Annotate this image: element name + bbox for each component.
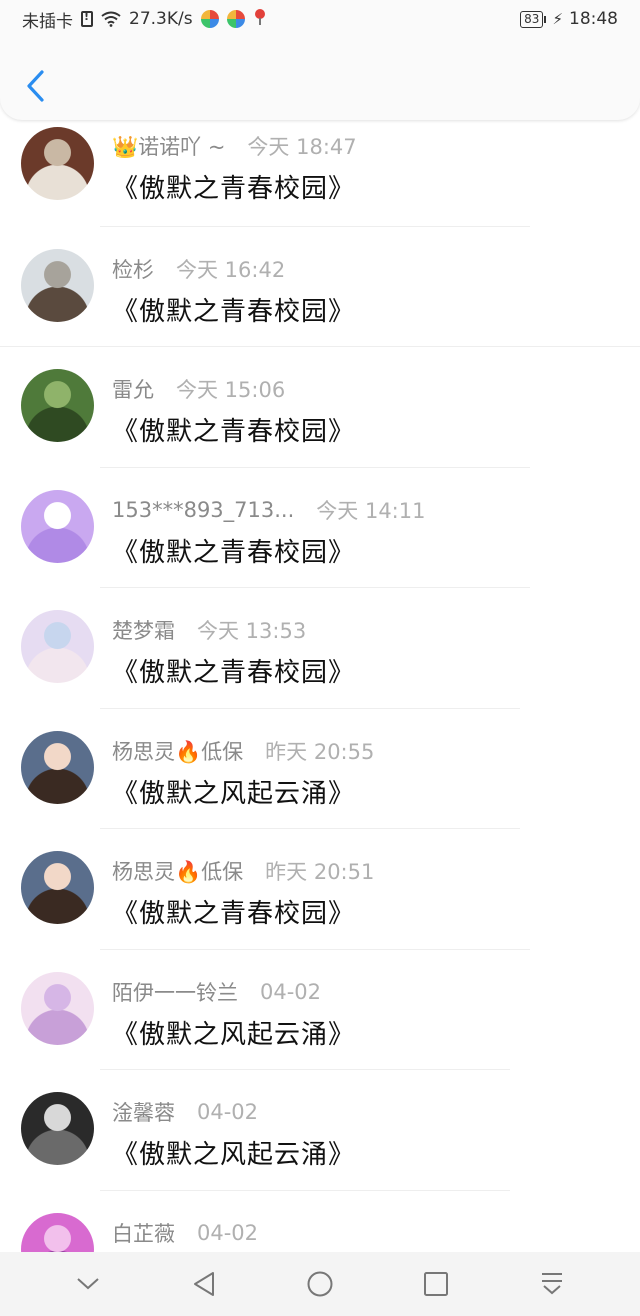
sender-name[interactable]: 杨思灵🔥低保 bbox=[112, 736, 243, 766]
timestamp: 昨天 20:51 bbox=[265, 860, 375, 884]
wifi-icon bbox=[101, 11, 121, 27]
divider bbox=[100, 948, 530, 950]
sender-name[interactable]: 👑诺诺吖 ~ bbox=[112, 131, 225, 161]
list-item[interactable]: 陌伊一一铃兰 04-02 《傲默之风起云涌》 bbox=[0, 964, 640, 1085]
chevron-down-icon[interactable] bbox=[68, 1264, 108, 1304]
back-button[interactable] bbox=[20, 66, 50, 106]
back-triangle-icon[interactable] bbox=[184, 1264, 224, 1304]
divider bbox=[100, 1069, 510, 1070]
charging-icon: ⚡ bbox=[552, 10, 563, 28]
header-card: 未插卡 27.3K/s bbox=[0, 0, 640, 120]
sender-name[interactable]: 陌伊一一铃兰 bbox=[112, 977, 238, 1007]
timestamp: 昨天 20:55 bbox=[265, 739, 375, 764]
sender-name[interactable]: 白芷薇 bbox=[112, 1218, 175, 1248]
message-title: 《傲默之青春校园》 bbox=[112, 417, 356, 447]
location-pin-icon bbox=[253, 8, 267, 31]
timestamp: 今天 14:11 bbox=[316, 498, 426, 523]
timestamp: 今天 18:47 bbox=[247, 135, 357, 159]
avatar[interactable] bbox=[21, 851, 94, 924]
sender-name[interactable]: 楚梦霜 bbox=[112, 615, 175, 645]
timestamp: 04-02 bbox=[260, 979, 322, 1004]
message-title: 《傲默之青春校园》 bbox=[112, 537, 356, 568]
timestamp: 今天 13:53 bbox=[197, 619, 307, 643]
message-title: 《傲默之风起云涌》 bbox=[112, 1019, 356, 1050]
timestamp: 今天 16:42 bbox=[176, 257, 286, 282]
message-list[interactable]: 👑诺诺吖 ~ 今天 18:47 《傲默之青春校园》 检杉 今天 16:42 《傲默之青春校… bbox=[0, 120, 640, 1316]
status-bar: 未插卡 27.3K/s bbox=[0, 0, 640, 38]
list-item[interactable]: 👑诺诺吖 ~ 今天 18:47 《傲默之青春校园》 bbox=[0, 120, 640, 241]
list-item[interactable]: 杨思灵🔥低保 昨天 20:51 《傲默之青春校园》 bbox=[0, 843, 640, 964]
app-notification-icon bbox=[226, 10, 245, 28]
sender-name[interactable]: 淦馨蓉 bbox=[112, 1097, 175, 1127]
divider bbox=[0, 346, 640, 347]
recents-square-icon[interactable] bbox=[416, 1264, 456, 1304]
timestamp: 04-02 bbox=[197, 1220, 259, 1245]
list-item[interactable]: 杨思灵🔥低保 昨天 20:55 《傲默之风起云涌》 bbox=[0, 723, 640, 844]
system-nav-bar bbox=[0, 1252, 640, 1316]
message-title: 《傲默之青春校园》 bbox=[112, 174, 356, 204]
battery-icon: 83 bbox=[520, 10, 547, 28]
sender-name[interactable]: 雷允 bbox=[112, 374, 154, 404]
clock: 18:48 bbox=[569, 9, 618, 29]
divider bbox=[100, 225, 530, 227]
screen: 未插卡 27.3K/s bbox=[0, 0, 640, 1316]
timestamp: 04-02 bbox=[197, 1100, 259, 1124]
message-title: 《傲默之青春校园》 bbox=[112, 899, 356, 929]
divider bbox=[100, 587, 530, 588]
sender-name[interactable]: 检杉 bbox=[112, 254, 154, 284]
divider bbox=[100, 1189, 510, 1191]
avatar[interactable] bbox=[21, 369, 94, 442]
app-notification-icon bbox=[200, 10, 219, 28]
list-item[interactable]: 楚梦霜 今天 13:53 《傲默之青春校园》 bbox=[0, 602, 640, 723]
avatar[interactable] bbox=[21, 610, 94, 683]
chevron-left-icon bbox=[27, 70, 44, 102]
network-speed: 27.3K/s bbox=[129, 9, 193, 29]
divider bbox=[100, 466, 530, 468]
avatar[interactable] bbox=[21, 730, 94, 804]
list-item[interactable]: 淦馨蓉 04-02 《傲默之风起云涌》 bbox=[0, 1084, 640, 1205]
message-title: 《傲默之风起云涌》 bbox=[112, 778, 356, 809]
sim-alert-icon bbox=[81, 10, 93, 27]
avatar[interactable] bbox=[21, 248, 94, 322]
pull-down-icon[interactable] bbox=[532, 1264, 572, 1304]
avatar[interactable] bbox=[21, 1092, 94, 1165]
sender-name[interactable]: 杨思灵🔥低保 bbox=[112, 856, 243, 886]
avatar[interactable] bbox=[21, 127, 94, 200]
message-title: 《傲默之青春校园》 bbox=[112, 658, 356, 688]
avatar[interactable] bbox=[21, 489, 94, 563]
battery-level: 83 bbox=[520, 10, 544, 28]
sim-status-text: 未插卡 bbox=[22, 11, 73, 32]
avatar[interactable] bbox=[21, 971, 94, 1045]
list-item[interactable]: 检杉 今天 16:42 《傲默之青春校园》 bbox=[0, 241, 640, 362]
home-circle-icon[interactable] bbox=[300, 1264, 340, 1304]
divider bbox=[100, 707, 520, 709]
message-title: 《傲默之风起云涌》 bbox=[112, 1140, 356, 1170]
list-item[interactable]: 153***893_713... 今天 14:11 《傲默之青春校园》 bbox=[0, 482, 640, 603]
divider bbox=[100, 828, 520, 829]
list-item[interactable]: 雷允 今天 15:06 《傲默之青春校园》 bbox=[0, 361, 640, 482]
message-title: 《傲默之青春校园》 bbox=[112, 296, 356, 327]
timestamp: 今天 15:06 bbox=[176, 378, 286, 402]
sender-name[interactable]: 153***893_713... bbox=[112, 498, 294, 522]
